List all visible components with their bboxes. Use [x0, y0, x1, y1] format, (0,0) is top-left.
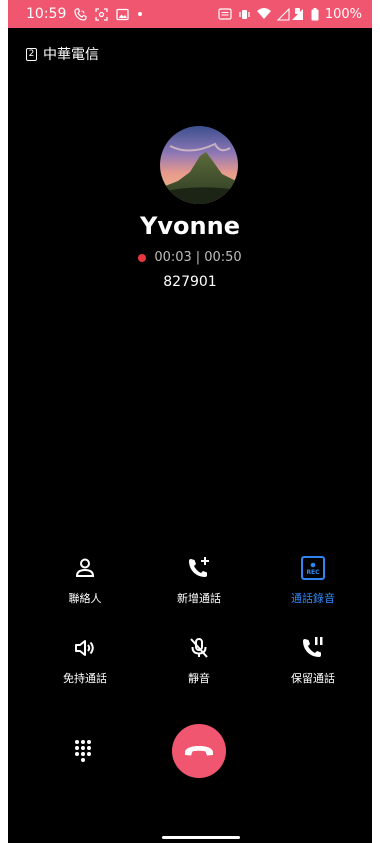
dialpad-icon: [75, 740, 91, 762]
svg-text:REC: REC: [306, 569, 320, 576]
call-screen: 10:59 100% 2 中華電信 Yvonne 00:03 | 00:50 8…: [8, 0, 372, 843]
call-timer: 00:03 | 00:50: [8, 250, 372, 265]
caller-name: Yvonne: [140, 212, 240, 240]
gallery-icon: [116, 8, 130, 21]
carrier-label: 2 中華電信: [26, 44, 99, 64]
carrier-name: 中華電信: [43, 47, 99, 63]
battery-icon: [311, 7, 319, 21]
mute-icon: [144, 633, 254, 663]
caller-avatar: [160, 126, 238, 204]
add-call-label: 新增通話: [177, 592, 221, 605]
mute-button[interactable]: 靜音: [144, 633, 254, 686]
status-time: 10:59: [26, 6, 67, 22]
hd-voice-icon: [218, 8, 232, 20]
battery-percent: 100%: [324, 6, 362, 22]
call-elapsed: 00:03: [154, 250, 192, 265]
mute-label: 靜音: [188, 672, 210, 685]
wifi-icon: [256, 8, 271, 20]
vibrate-icon: [238, 8, 251, 21]
recording-dot-icon: [138, 253, 147, 262]
record-icon: REC: [258, 553, 368, 583]
dialpad-button[interactable]: [68, 736, 98, 766]
wifi-call-icon: [74, 7, 87, 21]
contacts-button[interactable]: 聯絡人: [30, 553, 140, 606]
recording-time: 00:50: [204, 250, 242, 265]
add-call-icon: [144, 553, 254, 583]
record-call-button[interactable]: REC 通話錄音: [258, 553, 368, 606]
add-call-button[interactable]: 新增通話: [144, 553, 254, 606]
hold-icon: [258, 633, 368, 663]
contact-icon: [30, 553, 140, 583]
sim-slot-badge: 2: [26, 47, 37, 61]
caller-number: 827901: [163, 274, 217, 290]
end-call-button[interactable]: [172, 724, 226, 778]
notification-dot-icon: [137, 11, 143, 17]
hold-label: 保留通話: [291, 672, 335, 685]
record-call-label: 通話錄音: [291, 592, 335, 605]
hold-button[interactable]: 保留通話: [258, 633, 368, 686]
signal-icon: [276, 7, 305, 21]
speakerphone-label: 免持通話: [63, 672, 107, 685]
home-indicator[interactable]: [162, 836, 240, 839]
timer-separator: |: [195, 250, 201, 265]
contacts-label: 聯絡人: [68, 592, 102, 605]
hang-up-icon: [185, 746, 213, 756]
speaker-icon: [30, 633, 140, 663]
screenshot-icon: [95, 7, 109, 21]
speakerphone-button[interactable]: 免持通話: [30, 633, 140, 686]
status-bar: 10:59 100%: [8, 0, 372, 28]
